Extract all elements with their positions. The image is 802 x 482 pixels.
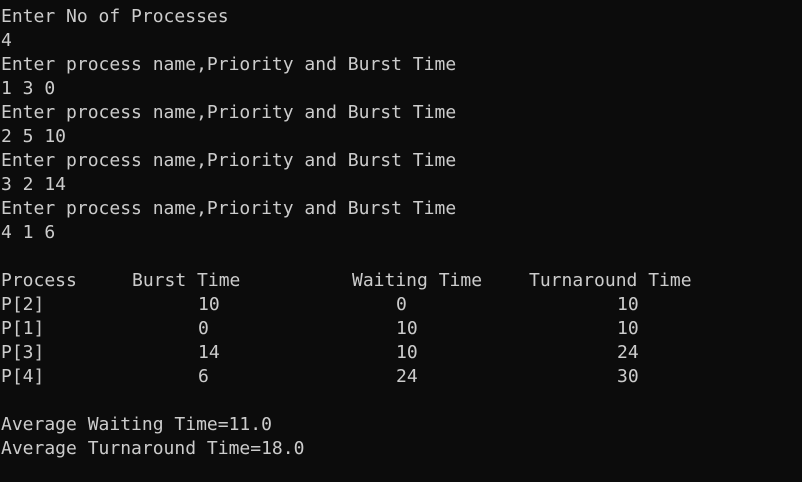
average-turnaround-time: Average Turnaround Time=18.0 bbox=[1, 438, 305, 459]
header-turnaround-time: Turnaround Time bbox=[529, 270, 692, 291]
cell-burst-time: 0 bbox=[198, 318, 209, 339]
input-process-count: 4 bbox=[1, 30, 12, 51]
table-row: P[4] 6 24 30 bbox=[0, 365, 802, 389]
table-row: P[3] 14 10 24 bbox=[0, 341, 802, 365]
cell-waiting-time: 10 bbox=[396, 342, 418, 363]
input-process-details: 4 1 6 bbox=[1, 222, 56, 243]
header-process: Process bbox=[1, 270, 77, 291]
cell-process: P[1] bbox=[1, 318, 45, 339]
average-waiting-time: Average Waiting Time=11.0 bbox=[1, 414, 272, 435]
cell-turnaround-time: 10 bbox=[617, 294, 639, 315]
cell-turnaround-time: 24 bbox=[617, 342, 639, 363]
input-process-details: 2 5 10 bbox=[1, 126, 67, 147]
header-burst-time: Burst Time bbox=[132, 270, 241, 291]
cell-turnaround-time: 30 bbox=[617, 366, 639, 387]
cell-burst-time: 10 bbox=[198, 294, 220, 315]
prompt-process-details: Enter process name,Priority and Burst Ti… bbox=[1, 102, 457, 123]
cell-process: P[3] bbox=[1, 342, 45, 363]
prompt-process-details: Enter process name,Priority and Burst Ti… bbox=[1, 54, 457, 75]
input-process-details: 1 3 0 bbox=[1, 78, 56, 99]
cell-process: P[4] bbox=[1, 366, 45, 387]
table-row: P[1] 0 10 10 bbox=[0, 317, 802, 341]
console-window[interactable]: Enter No of Processes 4 Enter process na… bbox=[0, 0, 802, 482]
cell-burst-time: 14 bbox=[198, 342, 220, 363]
cell-waiting-time: 24 bbox=[396, 366, 418, 387]
cell-burst-time: 6 bbox=[198, 366, 209, 387]
prompt-process-details: Enter process name,Priority and Burst Ti… bbox=[1, 198, 457, 219]
cell-waiting-time: 0 bbox=[396, 294, 407, 315]
prompt-process-count: Enter No of Processes bbox=[1, 6, 229, 27]
cell-process: P[2] bbox=[1, 294, 45, 315]
cell-turnaround-time: 10 bbox=[617, 318, 639, 339]
input-process-details: 3 2 14 bbox=[1, 174, 67, 195]
table-header: Process Burst Time Waiting Time Turnarou… bbox=[0, 269, 802, 293]
cell-waiting-time: 10 bbox=[396, 318, 418, 339]
prompt-process-details: Enter process name,Priority and Burst Ti… bbox=[1, 150, 457, 171]
header-waiting-time: Waiting Time bbox=[352, 270, 483, 291]
table-row: P[2] 10 0 10 bbox=[0, 293, 802, 317]
